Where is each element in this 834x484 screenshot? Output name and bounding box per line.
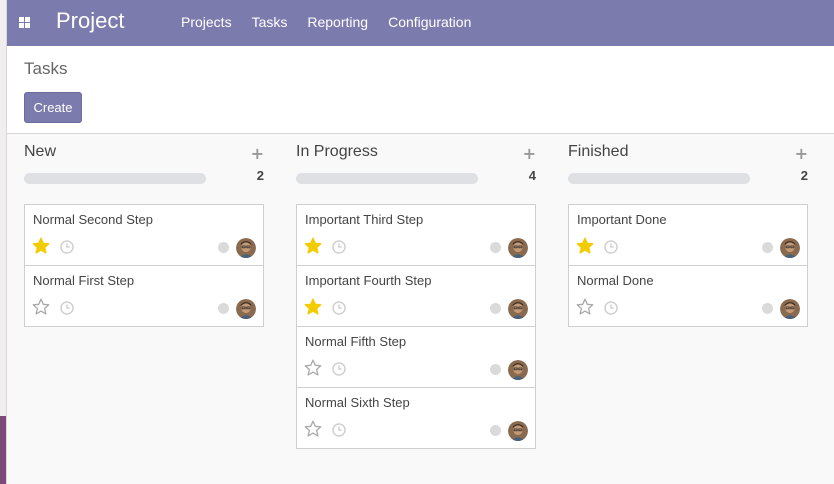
status-dot[interactable] [490,242,501,253]
task-title: Normal Sixth Step [305,395,410,410]
task-title: Important Fourth Step [305,273,432,288]
avatar[interactable] [508,238,528,258]
menu-tasks[interactable]: Tasks [252,14,288,30]
column-progress-bar[interactable] [568,173,750,184]
column-count: 4 [528,168,536,183]
column-count: 2 [800,168,808,183]
star-filled-icon[interactable] [304,237,322,255]
app-brand[interactable]: Project [56,8,124,34]
column-count: 2 [256,168,264,183]
plus-icon[interactable]: + [523,144,536,163]
status-dot[interactable] [490,303,501,314]
task-card[interactable]: Important Third Step [296,204,536,266]
task-card[interactable]: Normal Sixth Step [296,387,536,449]
column-progress-bar[interactable] [24,173,206,184]
star-outline-icon[interactable] [304,359,322,377]
avatar[interactable] [508,421,528,441]
clock-icon[interactable] [604,301,618,315]
column-title[interactable]: New [24,143,56,161]
status-dot[interactable] [762,303,773,314]
avatar[interactable] [508,360,528,380]
column-title[interactable]: Finished [568,143,628,161]
menu-configuration[interactable]: Configuration [388,14,471,30]
task-title: Important Done [577,212,667,227]
task-title: Normal Fifth Step [305,334,407,349]
task-card[interactable]: Normal Second Step [24,204,264,266]
plus-icon[interactable]: + [251,144,264,163]
column-cards: Important Third Step Important Fourth St… [296,204,536,449]
control-panel: Tasks Create [7,46,834,134]
top-menu: Projects Tasks Reporting Configuration [181,14,471,30]
clock-icon[interactable] [604,240,618,254]
star-filled-icon[interactable] [576,237,594,255]
status-dot[interactable] [218,242,229,253]
task-title: Important Third Step [305,212,424,227]
star-outline-icon[interactable] [32,298,50,316]
task-card[interactable]: Normal Fifth Step [296,326,536,388]
avatar[interactable] [236,299,256,319]
avatar[interactable] [780,299,800,319]
task-title: Normal Done [577,273,654,288]
clock-icon[interactable] [332,240,346,254]
column-cards: Normal Second Step Normal First Step [24,204,264,327]
clock-icon[interactable] [332,362,346,376]
star-outline-icon[interactable] [576,298,594,316]
status-dot[interactable] [762,242,773,253]
task-card[interactable]: Important Fourth Step [296,265,536,327]
clock-icon[interactable] [60,240,74,254]
star-filled-icon[interactable] [32,237,50,255]
apps-grid-icon[interactable] [19,17,30,28]
task-card[interactable]: Important Done [568,204,808,266]
star-outline-icon[interactable] [304,420,322,438]
clock-icon[interactable] [332,301,346,315]
column-cards: Important Done Normal Done [568,204,808,327]
task-card[interactable]: Normal First Step [24,265,264,327]
task-card[interactable]: Normal Done [568,265,808,327]
column-title[interactable]: In Progress [296,143,378,161]
task-title: Normal First Step [33,273,135,288]
status-dot[interactable] [218,303,229,314]
page-title: Tasks [24,59,68,78]
status-dot[interactable] [490,364,501,375]
clock-icon[interactable] [60,301,74,315]
menu-reporting[interactable]: Reporting [307,14,368,30]
app-window: Project Projects Tasks Reporting Configu… [6,0,834,484]
task-title: Normal Second Step [33,212,153,227]
top-navbar: Project Projects Tasks Reporting Configu… [7,0,834,46]
clock-icon[interactable] [332,423,346,437]
star-filled-icon[interactable] [304,298,322,316]
avatar[interactable] [236,238,256,258]
status-dot[interactable] [490,425,501,436]
create-button[interactable]: Create [24,92,82,123]
avatar[interactable] [508,299,528,319]
menu-projects[interactable]: Projects [181,14,232,30]
avatar[interactable] [780,238,800,258]
plus-icon[interactable]: + [795,144,808,163]
column-progress-bar[interactable] [296,173,478,184]
